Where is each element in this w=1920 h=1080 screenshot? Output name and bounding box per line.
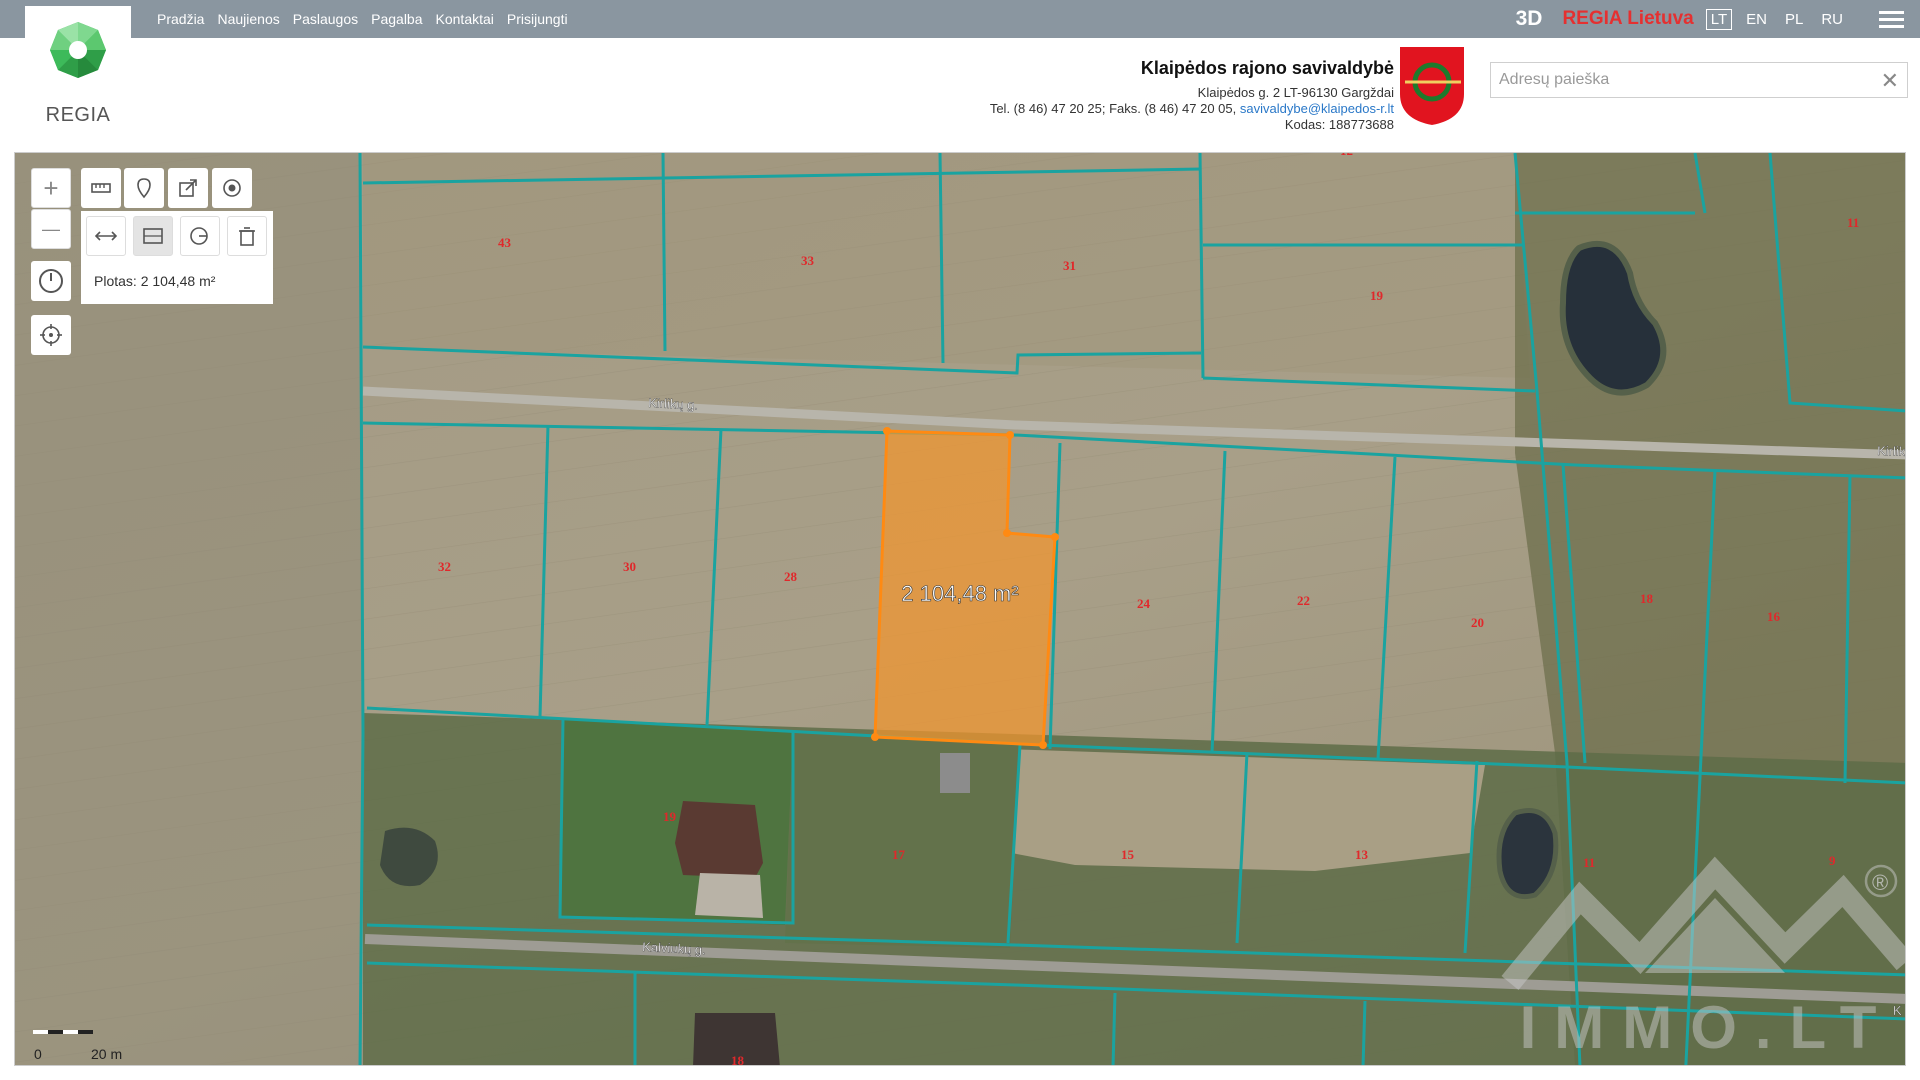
- house: [675, 801, 763, 878]
- map-view[interactable]: 2 104,48 m² Kirlikų g. Kirlikų g. Kalviu…: [14, 152, 1906, 1066]
- target-icon: [223, 179, 241, 197]
- street-label: Kirlikų g.: [648, 395, 699, 413]
- vertex[interactable]: [1003, 529, 1011, 537]
- lang-lt[interactable]: LT: [1705, 8, 1733, 30]
- locate-button[interactable]: [31, 315, 71, 355]
- measure-distance-button[interactable]: [86, 216, 126, 256]
- radius-icon: [190, 227, 208, 245]
- measure-area-button[interactable]: [133, 216, 173, 256]
- parcel-number: 9: [1829, 853, 1836, 868]
- parcel-number: 12: [1340, 153, 1353, 158]
- nav-contacts[interactable]: Kontaktai: [436, 11, 494, 27]
- nav-news[interactable]: Naujienos: [217, 11, 279, 27]
- parcel-number: 22: [1297, 593, 1310, 608]
- regia-lietuva-link[interactable]: REGIA Lietuva: [1562, 8, 1693, 30]
- parcel-number: 31: [1063, 258, 1076, 273]
- area-icon: [143, 228, 163, 244]
- lang-en[interactable]: EN: [1742, 10, 1771, 29]
- ruler-icon: [91, 183, 111, 193]
- vertex[interactable]: [1039, 741, 1047, 749]
- main-nav: Pradžia Naujienos Paslaugos Pagalba Kont…: [157, 0, 568, 38]
- yard-east: [785, 731, 1020, 948]
- municipality-name: Klaipėdos rajono savivaldybė: [1140, 58, 1394, 78]
- street-label: Kirlikų g.: [1877, 443, 1906, 460]
- logo-text: REGIA: [45, 104, 111, 126]
- parcel-number: 15: [1121, 847, 1135, 862]
- parcel-number: 19: [663, 809, 677, 824]
- address-search: ✕: [1490, 62, 1908, 98]
- shed: [940, 753, 970, 793]
- registered-mark: ®: [1872, 870, 1888, 895]
- layer-target-button[interactable]: [212, 168, 252, 208]
- trash-icon: [239, 227, 255, 246]
- delete-measure-button[interactable]: [227, 216, 267, 256]
- municipality-address: Klaipėdos g. 2 LT-96130 Gargždai: [1197, 85, 1394, 100]
- municipality-info: Klaipėdos rajono savivaldybė Klaipėdos g…: [990, 58, 1394, 133]
- scale-bar: [33, 1030, 93, 1034]
- top-bar: Pradžia Naujienos Paslaugos Pagalba Kont…: [0, 0, 1920, 38]
- parcel-number: 24: [1137, 596, 1151, 611]
- measure-result: Plotas: 2 104,48 m²: [94, 273, 216, 289]
- measure-tool-button[interactable]: [81, 168, 121, 208]
- map-canvas[interactable]: 2 104,48 m² Kirlikų g. Kirlikų g. Kalviu…: [15, 153, 1906, 1066]
- clock-icon: [39, 269, 63, 293]
- clear-search-icon[interactable]: ✕: [1881, 68, 1899, 94]
- parcel-number: 17: [892, 847, 906, 862]
- parcel-number: 43: [498, 235, 512, 250]
- vertex[interactable]: [1051, 533, 1059, 541]
- parcel-number: 13: [1355, 847, 1369, 862]
- zoom-out-button[interactable]: —: [31, 209, 71, 249]
- parcel-number: 28: [784, 569, 798, 584]
- distance-icon: [94, 231, 118, 241]
- address-search-input[interactable]: [1491, 63, 1877, 97]
- watermark-text: IMMO.LT: [1520, 994, 1895, 1061]
- place-marker-button[interactable]: [124, 168, 164, 208]
- nav-help[interactable]: Pagalba: [371, 11, 422, 27]
- vertex[interactable]: [883, 427, 891, 435]
- right-nav: 3D REGIA Lietuva LT EN PL RU: [1516, 0, 1920, 38]
- parcel-number: 32: [438, 559, 451, 574]
- parcel-number: 20: [1471, 615, 1484, 630]
- municipality-phone: Tel. (8 46) 47 20 25; Faks. (8 46) 47 20…: [989, 101, 1237, 116]
- municipality-code: Kodas: 188773688: [1284, 117, 1394, 132]
- municipality-email-link[interactable]: savivaldybe@klaipedos-r.lt: [1240, 101, 1394, 116]
- parcel-number: 19: [1370, 288, 1384, 303]
- 3d-button[interactable]: 3D: [1516, 7, 1543, 31]
- driveway: [695, 873, 763, 918]
- parcel-number: 11: [1583, 855, 1595, 870]
- nav-services[interactable]: Paslaugos: [293, 11, 358, 27]
- regia-logo[interactable]: REGIA: [25, 6, 131, 146]
- parcel-number: 16: [1767, 609, 1781, 624]
- zoom-in-button[interactable]: +: [31, 168, 71, 208]
- parcel-number: 18: [731, 1053, 745, 1066]
- lang-pl[interactable]: PL: [1781, 10, 1807, 29]
- map-pin-icon: [137, 178, 151, 199]
- pond-south: [1496, 808, 1559, 899]
- parcel-number: 33: [801, 253, 815, 268]
- parcel-number: 30: [623, 559, 636, 574]
- municipality-contacts: Tel. (8 46) 47 20 25; Faks. (8 46) 47 20…: [990, 101, 1394, 117]
- vertex[interactable]: [871, 733, 879, 741]
- share-icon: [179, 179, 197, 197]
- regia-logo-icon: [50, 22, 106, 78]
- nav-home[interactable]: Pradžia: [157, 11, 204, 27]
- hamburger-menu-icon[interactable]: [1879, 10, 1904, 28]
- pond-west: [380, 827, 438, 887]
- history-button[interactable]: [31, 261, 71, 301]
- parcel-number: 18: [1640, 591, 1654, 606]
- scale-end-label: 20 m: [91, 1046, 123, 1062]
- parcel-number: 11: [1847, 215, 1859, 230]
- scale-start-label: 0: [34, 1046, 42, 1062]
- crosshair-icon: [40, 324, 62, 346]
- field-south-patch: [975, 748, 1485, 871]
- north-field: [363, 153, 1530, 378]
- coat-of-arms-icon: [1398, 45, 1466, 128]
- area-label: 2 104,48 m²: [901, 581, 1018, 606]
- vertex[interactable]: [1006, 431, 1014, 439]
- measure-radius-button[interactable]: [180, 216, 220, 256]
- share-button[interactable]: [168, 168, 208, 208]
- nav-login[interactable]: Prisijungti: [507, 11, 568, 27]
- lang-ru[interactable]: RU: [1817, 10, 1847, 29]
